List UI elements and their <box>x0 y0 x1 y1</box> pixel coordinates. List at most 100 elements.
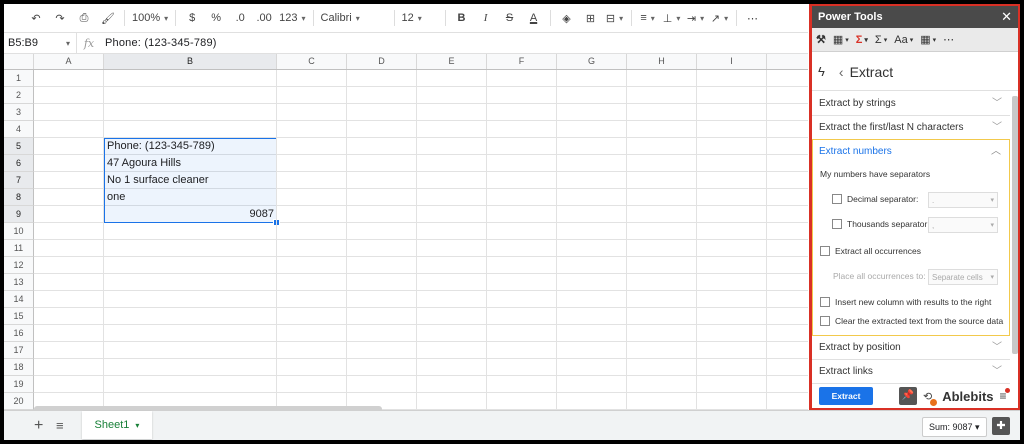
row-header-15[interactable]: 15 <box>4 308 34 325</box>
thousands-separator-option[interactable]: Thousands separator: <box>832 219 930 229</box>
thousands-separator-checkbox[interactable] <box>832 219 842 229</box>
cell-area[interactable]: Phone: (123-345-789) 47 Agoura Hills No … <box>34 70 808 410</box>
font-select[interactable]: Calibri <box>318 7 390 29</box>
redo-icon[interactable]: ↷ <box>48 7 72 29</box>
cell-b6[interactable]: 47 Agoura Hills <box>104 155 277 172</box>
column-header-g[interactable]: G <box>557 54 627 69</box>
clear-text-option[interactable]: Clear the extracted text from the source… <box>820 316 1003 326</box>
delete-columns-icon[interactable]: ▦ ▾ <box>920 33 936 46</box>
section-extract-first-last[interactable]: Extract the first/last N characters ﹀ <box>812 116 1010 140</box>
row-header-5[interactable]: 5 <box>4 138 34 155</box>
row-header-2[interactable]: 2 <box>4 87 34 104</box>
section-extract-by-strings[interactable]: Extract by strings ﹀ <box>812 92 1010 116</box>
row-header-7[interactable]: 7 <box>4 172 34 189</box>
zoom-select[interactable]: 100% <box>129 7 171 29</box>
column-header-c[interactable]: C <box>277 54 347 69</box>
table-icon[interactable]: ▦ ▾ <box>833 33 849 46</box>
select-all-corner[interactable] <box>4 54 34 69</box>
row-header-20[interactable]: 20 <box>4 393 34 410</box>
chevron-down-icon[interactable]: ▾ <box>135 421 139 430</box>
tools-icon[interactable]: ⚒ <box>816 33 826 46</box>
sigma-icon[interactable]: Σ ▾ <box>875 34 887 46</box>
currency-format-button[interactable]: $ <box>180 7 204 29</box>
percent-format-button[interactable]: % <box>204 7 228 29</box>
print-icon[interactable]: ⎙ <box>72 7 96 29</box>
row-header-8[interactable]: 8 <box>4 189 34 206</box>
decimal-separator-select[interactable]: . <box>928 192 998 209</box>
explore-icon[interactable]: ✚ <box>992 417 1010 435</box>
add-sheet-button[interactable]: + <box>34 417 43 435</box>
row-header-16[interactable]: 16 <box>4 325 34 342</box>
row-header-3[interactable]: 3 <box>4 104 34 121</box>
insert-column-option[interactable]: Insert new column with results to the ri… <box>820 297 991 307</box>
column-header-e[interactable]: E <box>417 54 487 69</box>
column-header-b[interactable]: B <box>104 54 277 69</box>
row-header-4[interactable]: 4 <box>4 121 34 138</box>
decimal-separator-checkbox[interactable] <box>832 194 842 204</box>
back-chevron-icon[interactable]: ‹ <box>839 64 844 80</box>
row-header-10[interactable]: 10 <box>4 223 34 240</box>
row-header-12[interactable]: 12 <box>4 257 34 274</box>
panel-scrollbar[interactable] <box>1012 96 1018 354</box>
italic-button[interactable]: I <box>474 7 498 29</box>
horizontal-align-icon[interactable]: ≡ <box>636 7 660 29</box>
lightning-icon[interactable]: ϟ <box>818 64 825 79</box>
undo-icon[interactable]: ↶ <box>24 7 48 29</box>
row-header-6[interactable]: 6 <box>4 155 34 172</box>
thousands-separator-select[interactable]: , <box>928 217 998 234</box>
more-icon[interactable]: ⋯ <box>741 7 765 29</box>
sum-indicator[interactable]: Sum: 9087 ▾ <box>922 417 987 437</box>
column-header-d[interactable]: D <box>347 54 417 69</box>
close-icon[interactable]: ✕ <box>1001 6 1012 28</box>
fill-color-icon[interactable]: ◈ <box>555 7 579 29</box>
row-header-18[interactable]: 18 <box>4 359 34 376</box>
place-occurrences-select[interactable]: Separate cells <box>928 269 998 286</box>
vertical-align-icon[interactable]: ⊥ <box>660 7 684 29</box>
font-size-select[interactable]: 12 <box>399 7 441 29</box>
section-extract-links[interactable]: Extract links ﹀ <box>812 360 1010 384</box>
column-header-i[interactable]: I <box>697 54 767 69</box>
extract-button[interactable]: Extract <box>819 387 873 405</box>
menu-icon[interactable]: ≡ <box>1000 388 1010 403</box>
decrease-decimal-button[interactable]: .0 <box>228 7 252 29</box>
cell-b8[interactable]: one <box>104 189 277 206</box>
insert-column-checkbox[interactable] <box>820 297 830 307</box>
extract-all-occurrences-checkbox[interactable] <box>820 246 830 256</box>
row-header-13[interactable]: 13 <box>4 274 34 291</box>
column-header-a[interactable]: A <box>34 54 104 69</box>
increase-decimal-button[interactable]: .00 <box>252 7 276 29</box>
merge-cells-icon[interactable]: ⊟ <box>603 7 627 29</box>
strikethrough-button[interactable]: S <box>498 7 522 29</box>
cell-b9[interactable]: 9087 <box>104 206 277 223</box>
text-color-button[interactable]: A <box>522 7 546 29</box>
cell-b7[interactable]: No 1 surface cleaner <box>104 172 277 189</box>
pin-icon[interactable]: 📌 <box>899 387 917 405</box>
borders-icon[interactable]: ⊞ <box>579 7 603 29</box>
more-icon[interactable]: ⋯ <box>943 33 954 46</box>
clear-text-checkbox[interactable] <box>820 316 830 326</box>
extract-all-occurrences-option[interactable]: Extract all occurrences <box>820 246 921 256</box>
row-header-1[interactable]: 1 <box>4 70 34 87</box>
section-extract-by-position[interactable]: Extract by position ﹀ <box>812 336 1010 360</box>
sum-red-icon[interactable]: Σ ▾ <box>856 34 868 46</box>
decimal-separator-option[interactable]: Decimal separator: <box>832 194 918 204</box>
row-header-17[interactable]: 17 <box>4 342 34 359</box>
row-header-19[interactable]: 19 <box>4 376 34 393</box>
row-header-11[interactable]: 11 <box>4 240 34 257</box>
row-header-9[interactable]: 9 <box>4 206 34 223</box>
sheet-tab[interactable]: Sheet1 ▾ <box>82 411 152 439</box>
row-header-14[interactable]: 14 <box>4 291 34 308</box>
formula-input[interactable]: Phone: (123-345-789) <box>101 37 217 49</box>
column-header-h[interactable]: H <box>627 54 697 69</box>
name-box[interactable]: B5:B9 ▾ <box>4 33 77 53</box>
paint-format-icon[interactable]: 🖌 <box>96 7 120 29</box>
number-format-select[interactable]: 123 <box>276 7 308 29</box>
bold-button[interactable]: B <box>450 7 474 29</box>
cell-b5[interactable]: Phone: (123-345-789) <box>104 138 277 155</box>
history-icon[interactable]: ⟲ <box>923 390 938 406</box>
section-extract-numbers-header[interactable]: Extract numbers ︿ <box>813 140 1009 164</box>
text-wrap-icon[interactable]: ⇥ <box>684 7 708 29</box>
text-case-icon[interactable]: Aa ▾ <box>894 34 913 46</box>
text-rotation-icon[interactable]: ↗ <box>708 7 732 29</box>
all-sheets-button[interactable]: ≡ <box>56 418 64 433</box>
